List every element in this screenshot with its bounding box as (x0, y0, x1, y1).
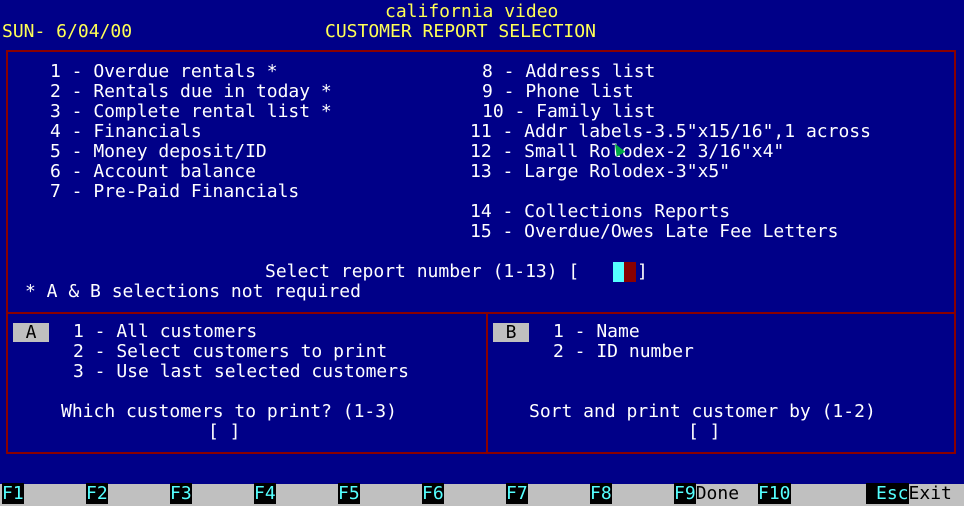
sort-option-1[interactable]: 1 - Name (553, 322, 640, 342)
fkey-f10[interactable]: F10 (758, 483, 791, 504)
report-option-5[interactable]: 5 - Money deposit/ID (50, 142, 267, 162)
fkey-f3[interactable]: F3 (170, 483, 192, 504)
report-option-10[interactable]: 10 - Family list (482, 102, 655, 122)
fkey-f2[interactable]: F2 (86, 483, 108, 504)
select-report-close-bracket: ] (637, 261, 648, 282)
select-report-prompt: Select report number (1-13) [ (265, 261, 580, 282)
date-display: SUN- 6/04/00 (2, 21, 133, 42)
dos-screen: california video SUN- 6/04/00 CUSTOMER R… (0, 0, 964, 506)
fkey-f6[interactable]: F6 (422, 483, 444, 504)
customers-prompt: Which customers to print? (1-3) (61, 401, 397, 422)
fkey-f5[interactable]: F5 (338, 483, 360, 504)
customer-option-1[interactable]: 1 - All customers (73, 322, 257, 342)
customers-input[interactable]: [ ] (208, 422, 241, 442)
report-option-6[interactable]: 6 - Account balance (50, 162, 256, 182)
sort-option-2[interactable]: 2 - ID number (553, 342, 694, 362)
section-a-tag: A (13, 323, 49, 342)
screen-title: CUSTOMER REPORT SELECTION (325, 21, 596, 42)
report-option-15[interactable]: 15 - Overdue/Owes Late Fee Letters (470, 222, 838, 242)
report-option-9[interactable]: 9 - Phone list (482, 82, 634, 102)
fkey-f4[interactable]: F4 (254, 483, 276, 504)
function-key-bar (0, 484, 964, 506)
customer-option-3[interactable]: 3 - Use last selected customers (73, 362, 409, 382)
customer-option-2[interactable]: 2 - Select customers to print (73, 342, 387, 362)
report-number-input[interactable] (613, 262, 624, 282)
input-cursor (624, 262, 636, 282)
fkey-f8[interactable]: F8 (590, 483, 612, 504)
fkey-esc-exit[interactable]: EscExit (866, 483, 952, 504)
report-option-7[interactable]: 7 - Pre-Paid Financials (50, 182, 299, 202)
report-option-2[interactable]: 2 - Rentals due in today * (50, 82, 332, 102)
sort-prompt: Sort and print customer by (1-2) (529, 401, 876, 422)
app-title: california video (385, 1, 559, 22)
report-option-8[interactable]: 8 - Address list (482, 62, 655, 82)
report-option-11[interactable]: 11 - Addr labels-3.5"x15/16",1 across (470, 122, 871, 142)
fkey-f9-done[interactable]: F9Done (674, 483, 739, 504)
report-option-13[interactable]: 13 - Large Rolodex-3"x5" (470, 162, 730, 182)
report-option-4[interactable]: 4 - Financials (50, 122, 202, 142)
report-option-1[interactable]: 1 - Overdue rentals * (50, 62, 278, 82)
section-b-tag: B (493, 323, 529, 342)
report-option-14[interactable]: 14 - Collections Reports (470, 202, 730, 222)
sort-input[interactable]: [ ] (688, 422, 721, 442)
report-option-12[interactable]: 12 - Small Rolodex-2 3/16"x4" (470, 142, 784, 162)
fkey-f1[interactable]: F1 (2, 483, 24, 504)
report-option-3[interactable]: 3 - Complete rental list * (50, 102, 332, 122)
selection-note: * A & B selections not required (25, 281, 361, 302)
fkey-f7[interactable]: F7 (506, 483, 528, 504)
